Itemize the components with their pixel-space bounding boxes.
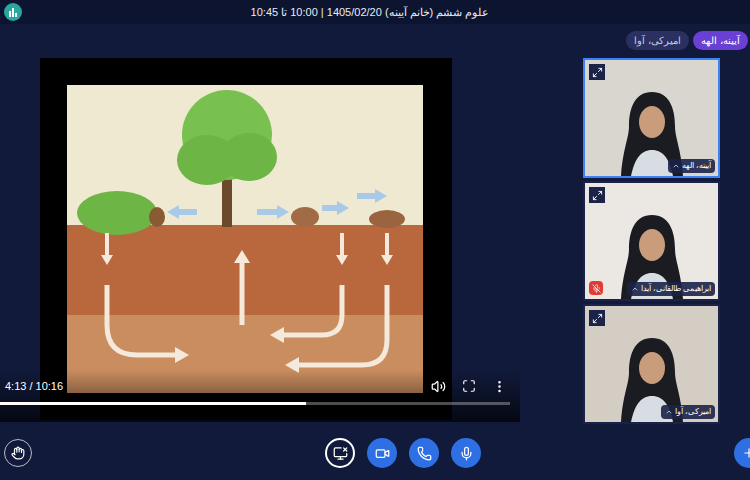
- logo: [4, 3, 22, 21]
- hand-icon: [11, 446, 25, 460]
- toolbar: [0, 426, 750, 480]
- participant-label: امیرکی، آوا: [661, 405, 715, 419]
- bar-chart-icon: [8, 7, 18, 17]
- video-controls: 4:13 / 10:16: [0, 370, 520, 422]
- mic-off-icon: [592, 284, 601, 293]
- title-bar: علوم ششم (خانم آیینه) 1405/02/20 | 10:00…: [0, 0, 750, 24]
- participant-tile[interactable]: آیینه، الهه: [583, 58, 720, 178]
- screen-share-off-icon: [333, 446, 348, 461]
- chevron-icon: [631, 285, 639, 293]
- participant-tile[interactable]: ابراهیمی طالقانی، آیدا: [583, 181, 720, 301]
- expand-button[interactable]: [589, 187, 605, 203]
- video-panel: [40, 58, 452, 420]
- expand-icon: [592, 313, 603, 324]
- chevron-icon: [672, 162, 680, 170]
- raise-hand-button[interactable]: [4, 439, 32, 467]
- participant-tile[interactable]: امیرکی، آوا: [583, 304, 720, 424]
- camera-icon: [375, 446, 390, 461]
- expand-icon: [592, 67, 603, 78]
- speaker-pill[interactable]: آیینه، الهه: [693, 31, 748, 50]
- expand-button[interactable]: [589, 64, 605, 80]
- fullscreen-icon[interactable]: [462, 379, 476, 393]
- progress-track[interactable]: [0, 402, 510, 405]
- plus-icon: [742, 446, 750, 460]
- participant-label: ابراهیمی طالقانی، آیدا: [627, 282, 715, 296]
- video-frame: [67, 85, 423, 393]
- meeting-title: علوم ششم (خانم آیینه) 1405/02/20 | 10:00…: [22, 4, 728, 21]
- speaker-pill[interactable]: امیرکی، آوا: [626, 31, 689, 50]
- chevron-icon: [665, 408, 673, 416]
- main-area: 4:13 / 10:16 آیینه، الهه ابراهیمی طالقانی،…: [0, 56, 750, 426]
- progress-fill: [0, 402, 306, 405]
- participants-column: آیینه، الهه ابراهیمی طالقانی، آیدا امیرکی،…: [583, 58, 720, 426]
- phone-icon: [417, 446, 432, 461]
- speaker-bar: امیرکی، آواآیینه، الهه: [0, 24, 750, 56]
- more-icon[interactable]: [492, 379, 507, 394]
- mic-button[interactable]: [451, 438, 481, 468]
- mic-icon: [459, 446, 474, 461]
- camera-button[interactable]: [367, 438, 397, 468]
- expand-button[interactable]: [589, 310, 605, 326]
- expand-icon: [592, 190, 603, 201]
- muted-badge: [589, 281, 603, 295]
- app: علوم ششم (خانم آیینه) 1405/02/20 | 10:00…: [0, 0, 750, 480]
- video-time: 4:13 / 10:16: [5, 378, 63, 395]
- add-button[interactable]: [734, 438, 750, 468]
- volume-icon[interactable]: [431, 379, 446, 394]
- video-player: 4:13 / 10:16: [0, 58, 520, 424]
- screen-button[interactable]: [325, 438, 355, 468]
- participant-label: آیینه، الهه: [668, 159, 715, 173]
- phone-button[interactable]: [409, 438, 439, 468]
